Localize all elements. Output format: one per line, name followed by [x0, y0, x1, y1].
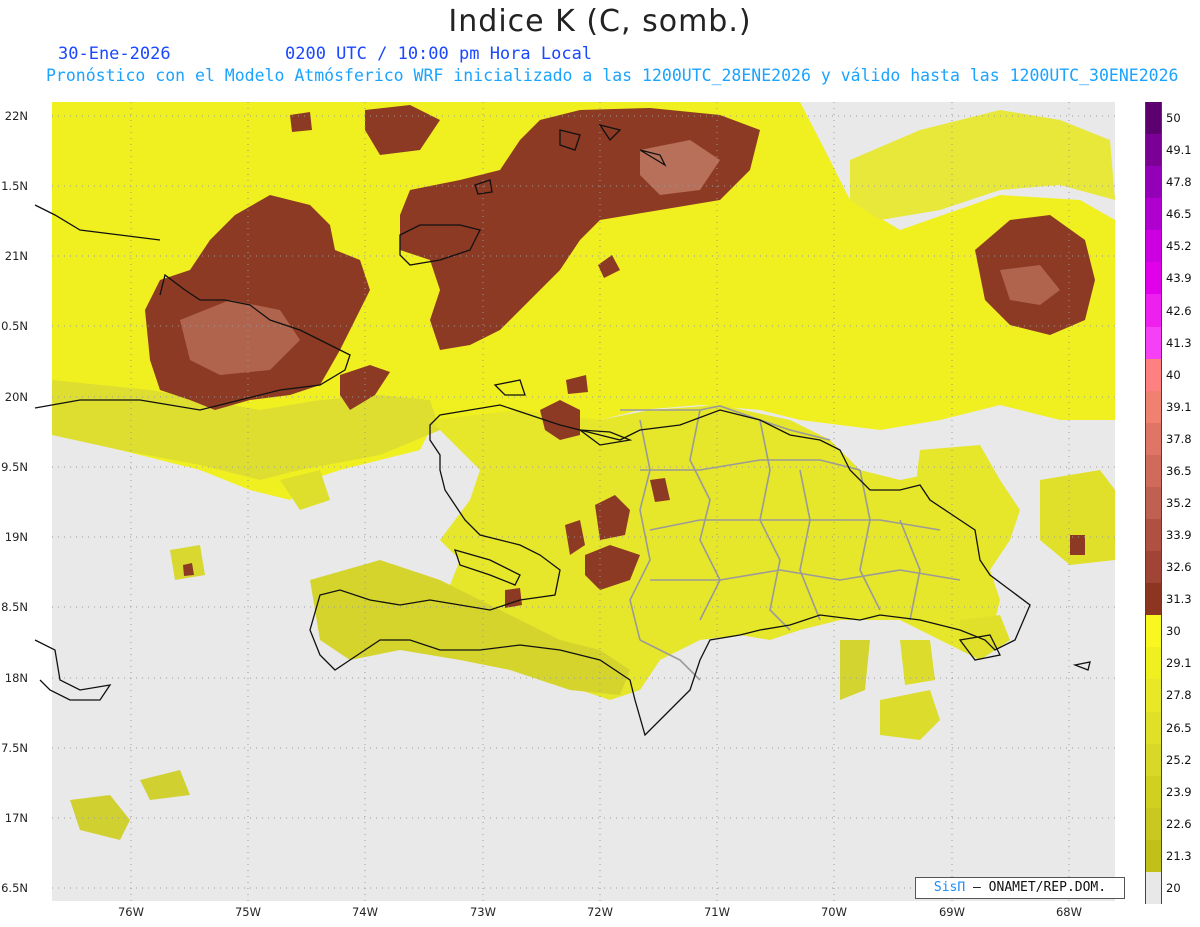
- x-tick: 70W: [820, 905, 847, 919]
- colorbar-label: 26.5: [1166, 720, 1192, 735]
- colorbar-label: 35.2: [1166, 496, 1192, 510]
- y-tick: 6.5N: [1, 881, 28, 895]
- credit-brand: SisΠ: [933, 880, 966, 895]
- x-tick: 71W: [703, 905, 730, 919]
- colorbar-label: 43.9: [1166, 271, 1192, 286]
- colorbar-label: 33.9: [1166, 528, 1192, 543]
- colorbar-segment: [1145, 198, 1162, 231]
- colorbar-label: 29.1: [1166, 656, 1192, 671]
- colorbar-segment: [1145, 807, 1162, 841]
- colorbar-label: 20: [1166, 880, 1181, 895]
- k-index-map: [34, 102, 1115, 901]
- colorbar-label: 49.1: [1166, 143, 1192, 158]
- colorbar-label: 50: [1166, 111, 1181, 126]
- y-tick: 18N: [4, 671, 28, 685]
- colorbar-label: 25.2: [1166, 752, 1192, 767]
- colorbar-label: 46.5: [1166, 207, 1192, 222]
- colorbar-segment: [1145, 743, 1162, 777]
- colorbar-label: 36.5: [1166, 463, 1192, 478]
- x-tick: 74W: [351, 905, 378, 919]
- colorbar-segment: [1145, 679, 1162, 713]
- colorbar-label: 42.6: [1166, 303, 1192, 318]
- colorbar-label: 37.8: [1166, 431, 1192, 446]
- y-tick: 17N: [4, 811, 28, 825]
- colorbar-segment: [1145, 486, 1162, 520]
- colorbar-segment: [1145, 134, 1162, 167]
- x-tick: 69W: [938, 905, 965, 919]
- colorbar-label: 40: [1166, 367, 1181, 382]
- colorbar-segment: [1145, 871, 1162, 905]
- colorbar-segment: [1145, 230, 1162, 263]
- colorbar-segment: [1145, 390, 1162, 424]
- colorbar-segment: [1145, 615, 1162, 648]
- colorbar-segment: [1145, 326, 1162, 360]
- colorbar-label: 47.8: [1166, 175, 1192, 190]
- k-field-brown-north2: [290, 112, 312, 132]
- colorbar-segment: [1145, 583, 1162, 616]
- k-field-brown-sbay: [505, 588, 522, 608]
- colorbar-segment: [1145, 294, 1162, 328]
- x-tick: 76W: [117, 905, 144, 919]
- x-tick: 72W: [586, 905, 613, 919]
- credit-org: – ONAMET/REP.DOM.: [965, 880, 1107, 895]
- colorbar-label: 45.2: [1166, 239, 1192, 254]
- colorbar-segment: [1145, 102, 1162, 135]
- credit-box: SisΠ – ONAMET/REP.DOM.: [915, 877, 1125, 899]
- y-tick: 0.5N: [1, 319, 28, 333]
- colorbar-label: 41.3: [1166, 335, 1192, 350]
- colorbar-segment: [1145, 775, 1162, 809]
- colorbar-label: 22.6: [1166, 816, 1192, 831]
- colorbar-segment: [1145, 358, 1162, 392]
- colorbar-label: 23.9: [1166, 784, 1192, 799]
- y-tick: 1.5N: [1, 179, 28, 193]
- colorbar-label: 27.8: [1166, 688, 1192, 703]
- x-tick: 73W: [469, 905, 496, 919]
- colorbar-segment: [1145, 519, 1162, 552]
- colorbar-segment: [1145, 422, 1162, 456]
- colorbar-segment: [1145, 839, 1162, 873]
- colorbar-segment: [1145, 166, 1162, 199]
- x-tick: 75W: [234, 905, 261, 919]
- y-tick: 21N: [4, 249, 28, 263]
- colorbar-segment: [1145, 262, 1162, 295]
- colorbar-label: 21.3: [1166, 848, 1192, 863]
- colorbar-segment: [1145, 711, 1162, 745]
- x-tick: 68W: [1055, 905, 1082, 919]
- colorbar-label: 39.1: [1166, 399, 1192, 414]
- colorbar-segment: [1145, 551, 1162, 584]
- y-tick: 22N: [4, 109, 28, 123]
- k-field-yellow-s-blob2: [900, 640, 935, 685]
- colorbar-segment: [1145, 647, 1162, 680]
- y-tick: 8.5N: [1, 600, 28, 614]
- colorbar-label: 32.6: [1166, 560, 1192, 575]
- k-field-brown-east-cell: [1070, 535, 1085, 555]
- y-tick: 9.5N: [1, 460, 28, 474]
- y-tick: 19N: [4, 530, 28, 544]
- y-tick: 7.5N: [1, 741, 28, 755]
- colorbar-segment: [1145, 454, 1162, 488]
- colorbar-label: 31.3: [1166, 592, 1192, 607]
- colorbar-label: 30: [1166, 624, 1181, 639]
- y-tick: 20N: [4, 390, 28, 404]
